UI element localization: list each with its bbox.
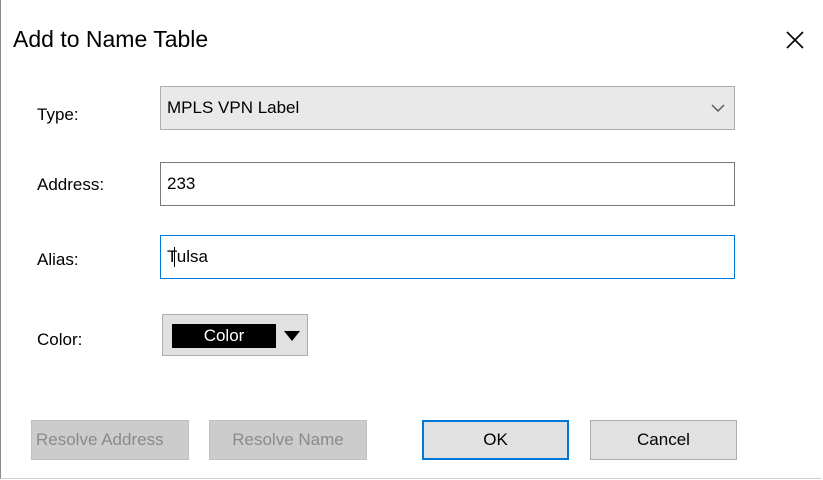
- address-label: Address:: [37, 175, 105, 194]
- type-label: Type:: [37, 105, 79, 124]
- alias-input[interactable]: Tulsa: [160, 235, 735, 279]
- chevron-down-icon: [711, 104, 725, 112]
- alias-input-text-wrap: Tulsa: [167, 247, 208, 267]
- cancel-button[interactable]: Cancel: [590, 420, 737, 460]
- color-label: Color:: [37, 330, 83, 349]
- color-swatch: Color: [172, 324, 276, 348]
- resolve-address-button[interactable]: Resolve Address: [31, 420, 189, 460]
- close-icon: [786, 31, 804, 49]
- address-input-value: 233: [167, 174, 196, 193]
- address-input[interactable]: 233: [160, 162, 735, 206]
- color-picker-button[interactable]: Color: [162, 314, 308, 356]
- type-select-value: MPLS VPN Label: [167, 98, 300, 117]
- alias-label: Alias:: [37, 250, 79, 269]
- text-caret: [174, 247, 175, 267]
- type-select[interactable]: MPLS VPN Label: [160, 86, 735, 130]
- ok-button[interactable]: OK: [422, 420, 569, 460]
- add-to-name-table-dialog: Add to Name Table Type: MPLS VPN Label A…: [0, 0, 822, 479]
- close-button[interactable]: [781, 26, 809, 54]
- triangle-down-icon: [284, 331, 300, 341]
- resolve-name-button[interactable]: Resolve Name: [209, 420, 367, 460]
- dialog-title: Add to Name Table: [13, 26, 209, 52]
